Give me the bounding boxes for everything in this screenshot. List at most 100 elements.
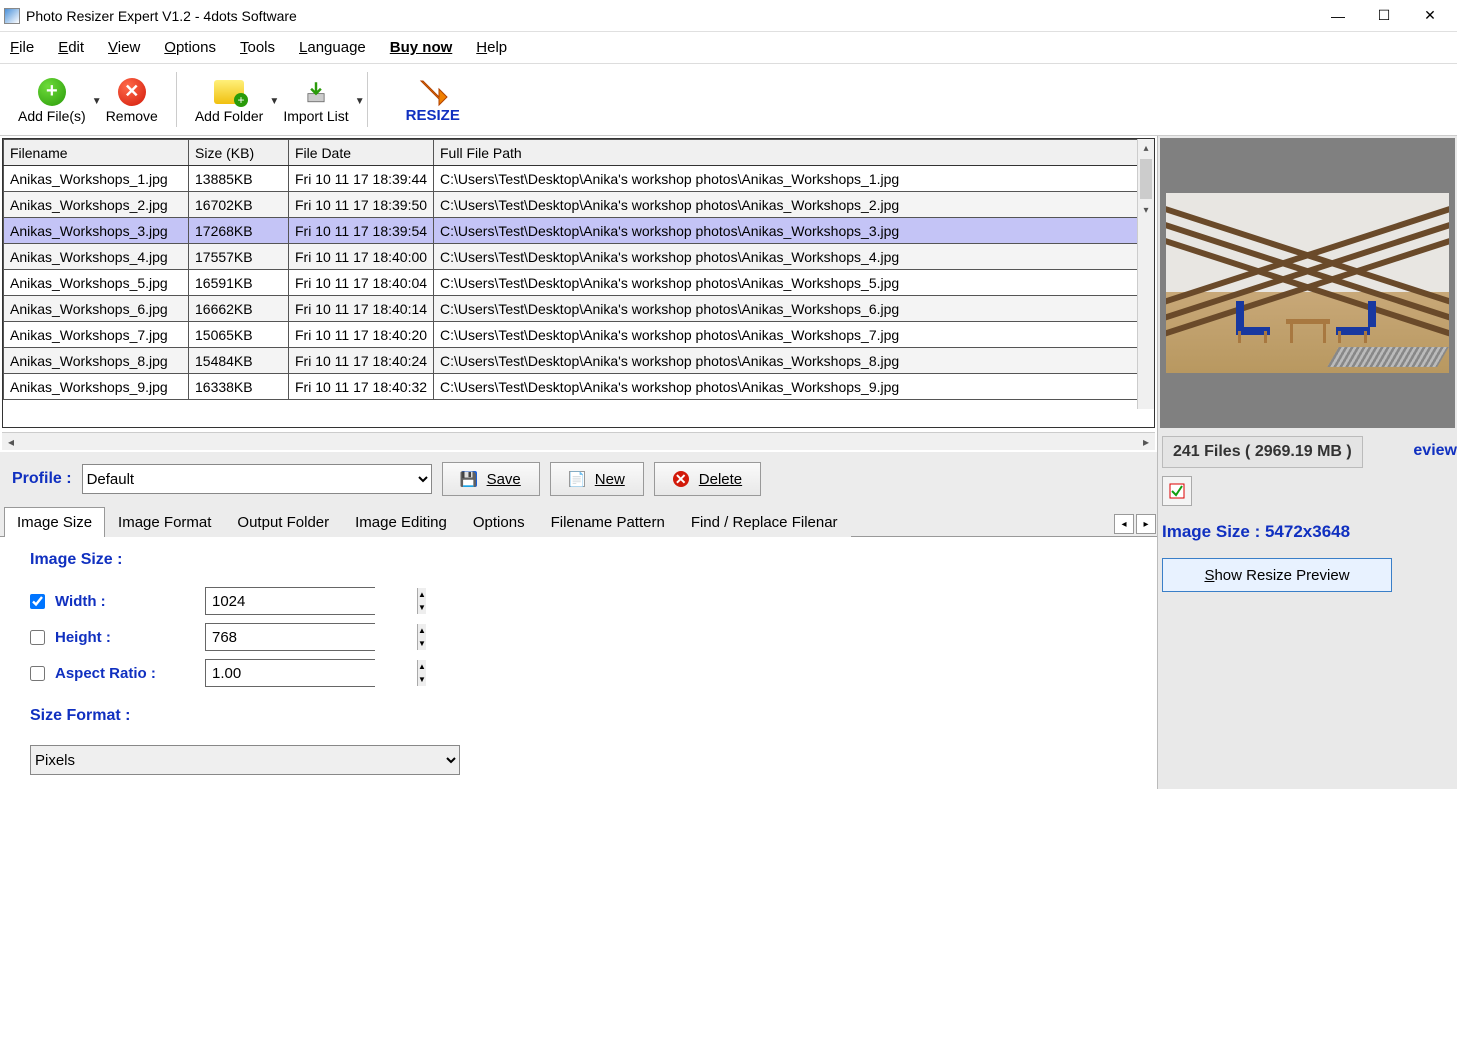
new-icon: 📄	[569, 471, 585, 487]
table-row[interactable]: Anikas_Workshops_8.jpg15484KBFri 10 11 1…	[4, 348, 1154, 374]
table-cell: C:\Users\Test\Desktop\Anika's workshop p…	[434, 374, 1154, 400]
menu-edit[interactable]: Edit	[58, 39, 84, 56]
col-filename[interactable]: Filename	[4, 140, 189, 166]
table-cell: Anikas_Workshops_5.jpg	[4, 270, 189, 296]
tab-image-format[interactable]: Image Format	[105, 507, 224, 537]
aspect-input[interactable]: ▲▼	[205, 659, 375, 687]
spin-up-icon[interactable]: ▲	[418, 588, 426, 601]
preview-text-clipped: eview	[1413, 442, 1457, 460]
window-title: Photo Resizer Expert V1.2 - 4dots Softwa…	[26, 8, 1315, 24]
scroll-up-icon[interactable]: ▴	[1138, 139, 1154, 157]
menu-tools[interactable]: Tools	[240, 39, 275, 56]
size-format-label: Size Format :	[30, 707, 1127, 725]
tab-scroll-left[interactable]: ◂	[1114, 514, 1134, 534]
spin-down-icon[interactable]: ▼	[418, 673, 426, 686]
table-cell: Fri 10 11 17 18:40:14	[289, 296, 434, 322]
width-field[interactable]	[206, 588, 417, 614]
tab-image-size[interactable]: Image Size	[4, 507, 105, 537]
tab-options[interactable]: Options	[460, 507, 538, 537]
col-size[interactable]: Size (KB)	[189, 140, 289, 166]
aspect-checkbox[interactable]	[30, 666, 45, 681]
table-cell: C:\Users\Test\Desktop\Anika's workshop p…	[434, 192, 1154, 218]
size-format-select[interactable]: Pixels	[30, 745, 460, 775]
spin-down-icon[interactable]: ▼	[418, 601, 426, 614]
spin-down-icon[interactable]: ▼	[418, 637, 426, 650]
spin-up-icon[interactable]: ▲	[418, 624, 426, 637]
image-size-panel: Image Size : Width : ▲▼ Height : ▲▼	[0, 537, 1157, 789]
delete-icon: ✕	[673, 471, 689, 487]
table-cell: C:\Users\Test\Desktop\Anika's workshop p…	[434, 322, 1154, 348]
table-row[interactable]: Anikas_Workshops_2.jpg16702KBFri 10 11 1…	[4, 192, 1154, 218]
scroll-left-icon[interactable]: ◂	[2, 435, 20, 449]
table-cell: 16338KB	[189, 374, 289, 400]
height-checkbox[interactable]	[30, 630, 45, 645]
menu-options[interactable]: Options	[164, 39, 216, 56]
menu-buy-now[interactable]: Buy now	[390, 39, 453, 56]
save-icon: 💾	[461, 471, 477, 487]
table-row[interactable]: Anikas_Workshops_1.jpg13885KBFri 10 11 1…	[4, 166, 1154, 192]
folder-plus-icon	[213, 76, 245, 108]
close-button[interactable]: ✕	[1407, 1, 1453, 31]
tab-bar: Image SizeImage FormatOutput FolderImage…	[0, 506, 1157, 537]
toolbar-separator	[367, 72, 368, 127]
file-table[interactable]: Filename Size (KB) File Date Full File P…	[2, 138, 1155, 428]
vertical-scrollbar[interactable]: ▴ ▾	[1137, 139, 1154, 409]
spin-up-icon[interactable]: ▲	[418, 660, 426, 673]
chevron-down-icon[interactable]: ▼	[355, 96, 365, 107]
menu-language[interactable]: Language	[299, 39, 366, 56]
table-cell: 17557KB	[189, 244, 289, 270]
maximize-button[interactable]: ☐	[1361, 1, 1407, 31]
tab-scroll-right[interactable]: ▸	[1136, 514, 1156, 534]
col-date[interactable]: File Date	[289, 140, 434, 166]
table-row[interactable]: Anikas_Workshops_7.jpg15065KBFri 10 11 1…	[4, 322, 1154, 348]
add-folder-button[interactable]: Add Folder ▼	[185, 68, 273, 131]
table-cell: 15065KB	[189, 322, 289, 348]
table-cell: 16662KB	[189, 296, 289, 322]
table-cell: 15484KB	[189, 348, 289, 374]
show-resize-preview-button[interactable]: Show Resize Preview	[1162, 558, 1392, 592]
remove-button[interactable]: ✕ Remove	[96, 68, 168, 131]
tab-find-replace-filenar[interactable]: Find / Replace Filenar	[678, 507, 851, 537]
file-count-label: 241 Files ( 2969.19 MB )	[1162, 436, 1363, 468]
table-row[interactable]: Anikas_Workshops_6.jpg16662KBFri 10 11 1…	[4, 296, 1154, 322]
profile-delete-button[interactable]: ✕Delete	[654, 462, 761, 496]
table-cell: Fri 10 11 17 18:40:00	[289, 244, 434, 270]
tab-filename-pattern[interactable]: Filename Pattern	[538, 507, 678, 537]
tab-image-editing[interactable]: Image Editing	[342, 507, 460, 537]
table-row[interactable]: Anikas_Workshops_4.jpg17557KBFri 10 11 1…	[4, 244, 1154, 270]
table-cell: Anikas_Workshops_9.jpg	[4, 374, 189, 400]
profile-select[interactable]: Default	[82, 464, 432, 494]
add-files-button[interactable]: + Add File(s) ▼	[8, 68, 96, 131]
col-path[interactable]: Full File Path	[434, 140, 1154, 166]
import-list-button[interactable]: Import List ▼	[273, 68, 358, 131]
check-toggle-button[interactable]	[1162, 476, 1192, 506]
menu-file[interactable]: File	[10, 39, 34, 56]
scrollbar-thumb[interactable]	[1140, 159, 1152, 199]
table-cell: 13885KB	[189, 166, 289, 192]
table-row[interactable]: Anikas_Workshops_3.jpg17268KBFri 10 11 1…	[4, 218, 1154, 244]
width-input[interactable]: ▲▼	[205, 587, 375, 615]
table-cell: Fri 10 11 17 18:40:20	[289, 322, 434, 348]
width-checkbox[interactable]	[30, 594, 45, 609]
table-cell: C:\Users\Test\Desktop\Anika's workshop p…	[434, 270, 1154, 296]
table-cell: Anikas_Workshops_6.jpg	[4, 296, 189, 322]
tab-output-folder[interactable]: Output Folder	[224, 507, 342, 537]
scroll-down-icon[interactable]: ▾	[1138, 201, 1154, 219]
height-field[interactable]	[206, 624, 417, 650]
scroll-right-icon[interactable]: ▸	[1137, 435, 1155, 449]
menu-help[interactable]: Help	[476, 39, 507, 56]
aspect-field[interactable]	[206, 660, 417, 686]
preview-panel: 241 Files ( 2969.19 MB ) eview Image Siz…	[1157, 136, 1457, 789]
preview-image	[1166, 193, 1449, 373]
resize-button[interactable]: RESIZE	[376, 68, 490, 131]
table-row[interactable]: Anikas_Workshops_5.jpg16591KBFri 10 11 1…	[4, 270, 1154, 296]
table-row[interactable]: Anikas_Workshops_9.jpg16338KBFri 10 11 1…	[4, 374, 1154, 400]
profile-save-button[interactable]: 💾Save	[442, 462, 540, 496]
height-input[interactable]: ▲▼	[205, 623, 375, 651]
profile-new-button[interactable]: 📄New	[550, 462, 644, 496]
titlebar: Photo Resizer Expert V1.2 - 4dots Softwa…	[0, 0, 1457, 32]
horizontal-scrollbar[interactable]: ◂▸	[2, 432, 1155, 450]
menu-view[interactable]: View	[108, 39, 140, 56]
minimize-button[interactable]: —	[1315, 1, 1361, 31]
width-label: Width :	[55, 593, 195, 610]
